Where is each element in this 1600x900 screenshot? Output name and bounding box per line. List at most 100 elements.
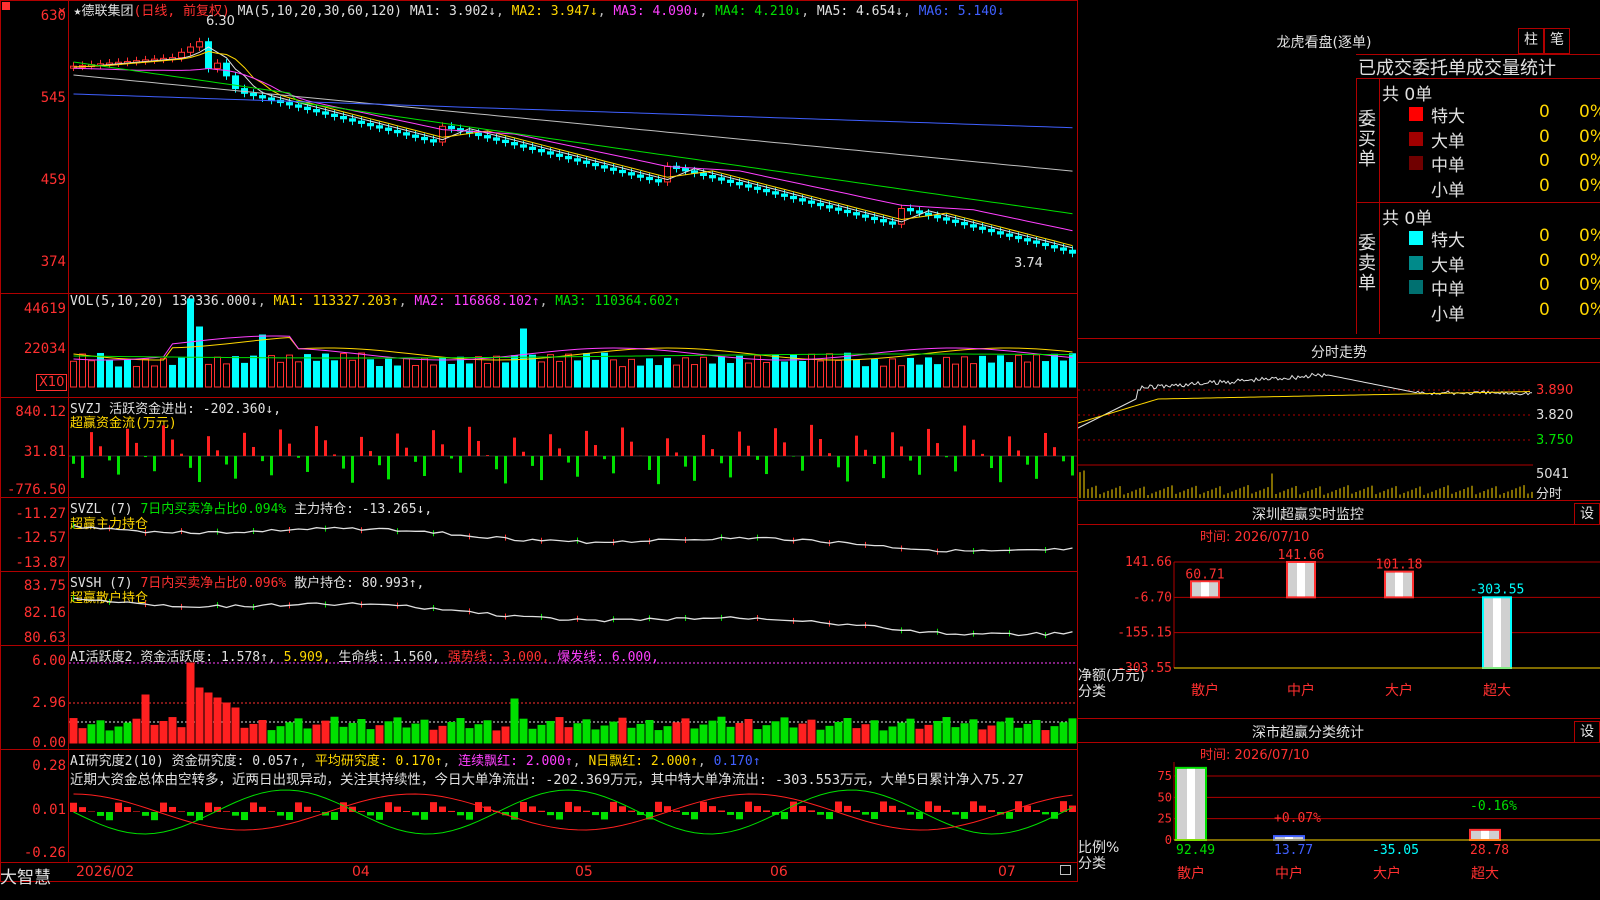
ai1-tick: 0.00: [32, 735, 66, 751]
activity-bar: [474, 724, 483, 744]
volume-bar: [709, 363, 716, 388]
order-size-label: 特大: [1431, 231, 1465, 251]
volume-bar: [475, 356, 482, 388]
price-tick: 374: [40, 254, 66, 270]
svzl-tick: -11.27: [15, 506, 66, 522]
sc-top-label: +0.03%: [1176, 758, 1223, 762]
order-percent: 0%: [1579, 226, 1600, 246]
candle-body: [619, 169, 626, 174]
research-bar: [745, 801, 752, 812]
candle-body: [727, 179, 734, 183]
candle-body: [592, 162, 599, 167]
candle-body: [871, 216, 878, 221]
candle-body: [259, 95, 266, 99]
candle-body: [223, 62, 230, 77]
candle-body: [313, 109, 320, 113]
order-count: 0: [1539, 102, 1550, 122]
candle-body: [817, 202, 824, 207]
tab-tick-view[interactable]: 笔: [1544, 28, 1570, 54]
volume-bar: [556, 360, 563, 388]
flow-bar: [1026, 456, 1029, 465]
date-tick: 07: [998, 864, 1016, 880]
intraday-tick: 3.750: [1536, 433, 1574, 448]
brand-logo[interactable]: 大智慧: [0, 863, 66, 888]
activity-bar: [465, 728, 474, 744]
candlestick-chart[interactable]: [69, 0, 1077, 293]
research-bar: [205, 802, 212, 812]
activity-bar: [726, 726, 735, 744]
activity-bar: [132, 718, 141, 744]
volume-bar: [835, 359, 842, 388]
indicator-line: [73, 597, 1073, 637]
research-bar: [187, 812, 194, 816]
research-bar: [313, 811, 320, 812]
research-bar: [961, 812, 968, 819]
volume-bar: [817, 360, 824, 388]
date-tick: 05: [575, 864, 593, 880]
candle-body: [214, 62, 221, 69]
activity-bar: [186, 662, 195, 744]
intraday-title: 分时走势: [1311, 345, 1367, 361]
volume-bar: [313, 360, 320, 388]
candle-body: [655, 179, 662, 183]
candle-body: [196, 41, 203, 48]
research-bar: [241, 812, 248, 821]
volume-bar: [70, 360, 77, 388]
activity-bar: [753, 729, 762, 744]
sc-axis-tick: 25: [1158, 812, 1172, 826]
research-bar: [979, 805, 986, 812]
sz-settings-button[interactable]: 设: [1574, 503, 1600, 525]
order-size-label: 中单: [1431, 156, 1465, 176]
flow-bar: [540, 456, 543, 481]
research-bar: [862, 812, 869, 815]
candle-body: [403, 132, 410, 136]
intraday-chart[interactable]: [1078, 363, 1533, 499]
activity-bar: [1050, 726, 1059, 744]
order-size-label: 中单: [1431, 280, 1465, 300]
sc-settings-button[interactable]: 设: [1574, 721, 1600, 743]
retail-holding-chart[interactable]: [69, 572, 1077, 645]
activity-bar: [627, 727, 636, 744]
candle-body: [421, 136, 428, 141]
volume-bar: [412, 365, 419, 388]
svzl-tick: -13.87: [15, 555, 66, 571]
research-bar: [565, 801, 572, 812]
volume-bar: [484, 362, 491, 388]
order-size-label: 大单: [1431, 255, 1465, 276]
candle-body: [448, 125, 455, 130]
candle-body: [844, 209, 851, 214]
sz-monitor-chart[interactable]: 141.66 -6.70 -155.15 -303.55 60.71 散户 141.66 中户…: [1078, 540, 1600, 715]
activity-bar: [456, 718, 465, 744]
sc-bar-highlight: [1481, 830, 1489, 839]
volume-chart[interactable]: [69, 294, 1077, 397]
flow-bar: [1053, 447, 1056, 456]
flow-bar: [630, 441, 633, 456]
lock-icon[interactable]: [1060, 865, 1071, 875]
candle-body: [700, 172, 707, 177]
ai2-tick: 0.28: [32, 758, 66, 774]
activity-bar: [87, 724, 96, 744]
flow-bar: [927, 428, 930, 456]
candle-body: [952, 219, 959, 223]
flow-bar: [729, 456, 732, 478]
research-chart[interactable]: [69, 750, 1077, 862]
fund-flow-chart[interactable]: [69, 398, 1077, 497]
activity-bar: [681, 718, 690, 744]
volume-bar: [853, 359, 860, 388]
activity-bar: [600, 725, 609, 744]
order-row: 中单 0 0%: [1409, 151, 1600, 176]
vol-tick: 22034: [23, 341, 66, 357]
activity-chart[interactable]: [69, 646, 1077, 749]
candle-body: [574, 158, 581, 162]
candle-body: [718, 177, 725, 181]
volume-bar: [592, 359, 599, 388]
main-holding-chart[interactable]: [69, 498, 1077, 571]
activity-bar: [699, 724, 708, 744]
activity-bar: [645, 719, 654, 744]
sc-stats-chart[interactable]: 75 50 25 0 +0.03% +0.07% -0.16% 92.49 13.77 -35.0…: [1078, 758, 1600, 900]
sc-axis-tick: 50: [1158, 790, 1172, 804]
research-bar: [907, 812, 914, 815]
sc-stats-title: 深市超赢分类统计: [1252, 725, 1364, 741]
research-bar: [232, 812, 239, 816]
tab-bar-view[interactable]: 柱: [1518, 28, 1544, 54]
